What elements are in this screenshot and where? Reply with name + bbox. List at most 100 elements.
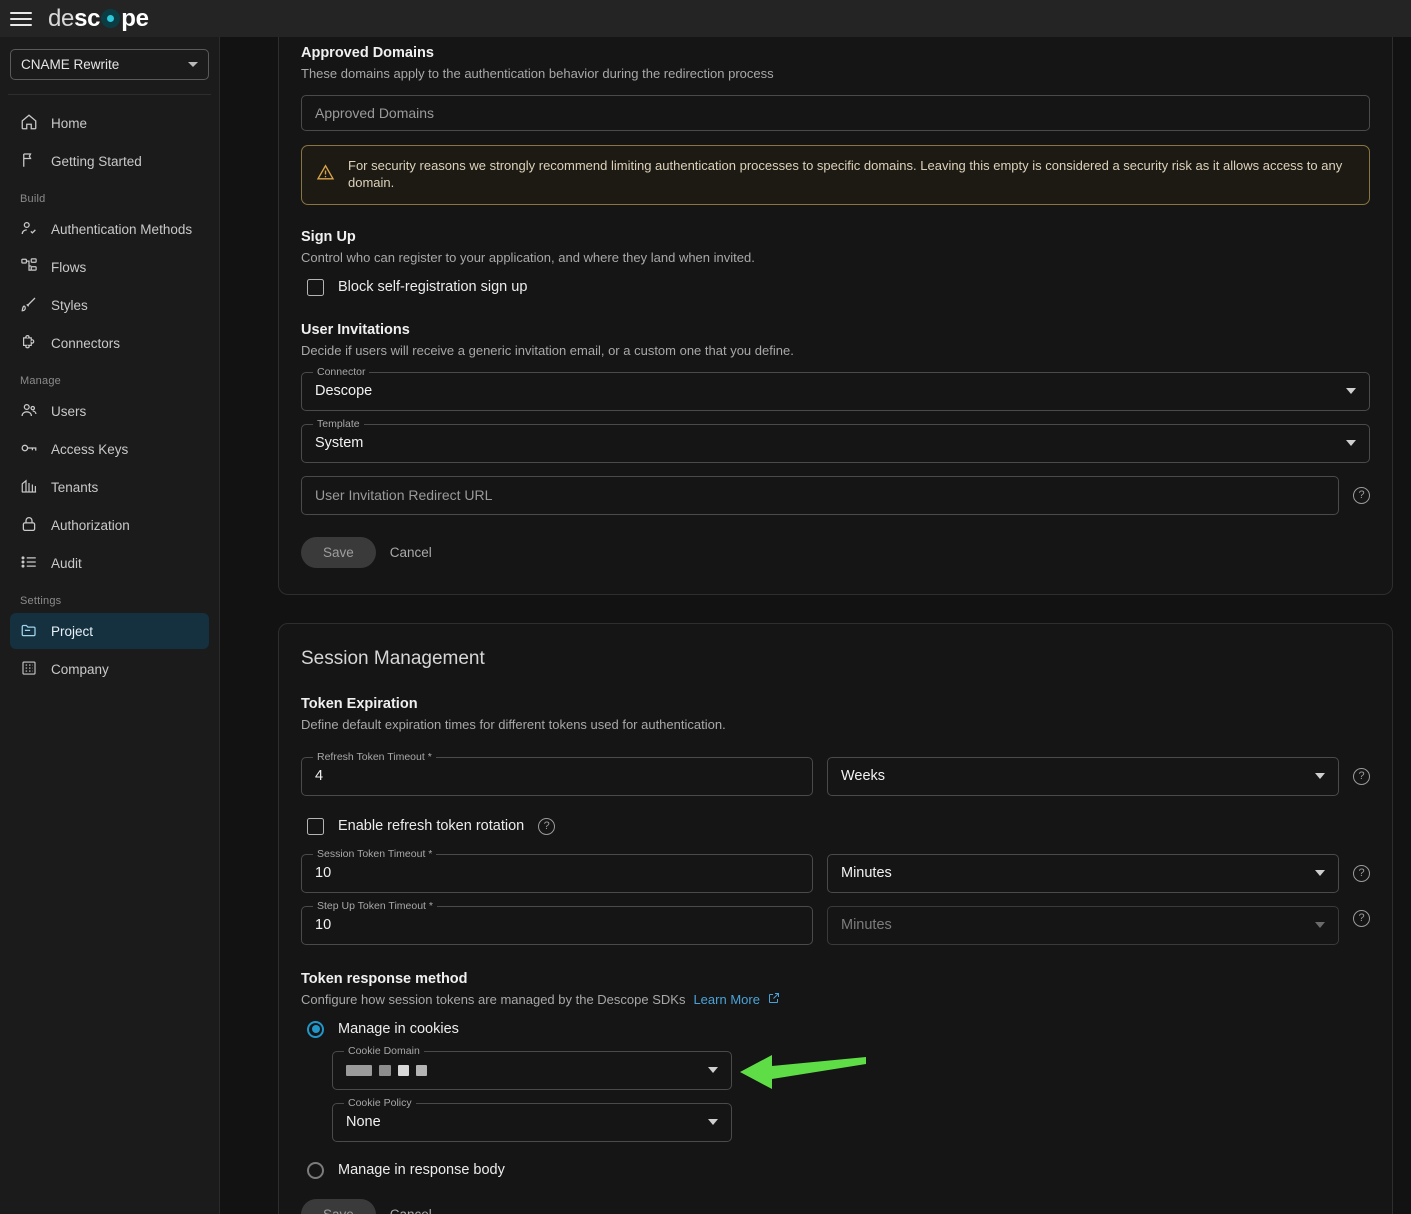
block-self-registration-row[interactable]: Block self-registration sign up xyxy=(307,278,1370,296)
chevron-down-icon xyxy=(1315,922,1325,929)
user-invitations-description: Decide if users will receive a generic i… xyxy=(301,342,794,358)
token-expiration-description: Define default expiration times for diff… xyxy=(301,716,726,732)
session-token-timeout-label: Session Token Timeout * xyxy=(313,847,437,860)
refresh-token-unit-value: Weeks xyxy=(841,768,886,785)
refresh-token-rotation-label: Enable refresh token rotation xyxy=(338,818,525,835)
sidebar-item-authorization[interactable]: Authorization xyxy=(10,507,209,543)
cookie-policy-dropdown[interactable]: Cookie Policy None xyxy=(332,1096,732,1142)
project-selector-value: CNAME Rewrite xyxy=(21,57,120,72)
connector-label: Connector xyxy=(313,365,370,378)
office-icon xyxy=(20,659,38,680)
chevron-down-icon xyxy=(1315,870,1325,877)
sidebar-item-label: Users xyxy=(51,403,87,419)
token-response-method-title: Token response method xyxy=(301,970,468,987)
sidebar-item-flows[interactable]: Flows xyxy=(10,249,209,285)
refresh-token-timeout-input[interactable]: Refresh Token Timeout * 4 xyxy=(301,750,813,796)
sidebar-item-project[interactable]: Project xyxy=(10,613,209,649)
sidebar-item-users[interactable]: Users xyxy=(10,393,209,429)
descope-logo: de sc pe xyxy=(48,4,149,32)
main-content: Approved Domains These domains apply to … xyxy=(220,37,1411,1214)
refresh-token-timeout-value: 4 xyxy=(315,768,324,785)
manage-in-cookies-radio[interactable] xyxy=(307,1020,324,1038)
sign-up-description: Control who can register to your applica… xyxy=(301,249,755,265)
cookie-policy-value: None xyxy=(346,1114,381,1131)
sidebar-item-company[interactable]: Company xyxy=(10,651,209,687)
cookie-domain-redacted-value xyxy=(346,1064,427,1076)
learn-more-link[interactable]: Learn More xyxy=(693,992,759,1007)
manage-in-response-body-option[interactable]: Manage in response body xyxy=(307,1161,1370,1179)
sidebar-item-access-keys[interactable]: Access Keys xyxy=(10,431,209,467)
help-icon[interactable]: ? xyxy=(1353,767,1370,785)
manage-in-cookies-label: Manage in cookies xyxy=(338,1021,459,1038)
step-up-token-timeout-input[interactable]: Step Up Token Timeout * 10 xyxy=(301,899,813,945)
approved-domains-placeholder: Approved Domains xyxy=(315,105,435,121)
user-invitation-redirect-url-input[interactable]: User Invitation Redirect URL xyxy=(301,475,1339,515)
help-icon[interactable]: ? xyxy=(1353,910,1370,928)
cancel-button[interactable]: Cancel xyxy=(390,545,432,560)
step-up-token-timeout-value: 10 xyxy=(315,917,332,934)
refresh-token-unit-dropdown[interactable]: Weeks xyxy=(827,756,1339,796)
sidebar-item-label: Authorization xyxy=(51,517,130,533)
refresh-token-rotation-row[interactable]: Enable refresh token rotation ? xyxy=(307,817,1370,835)
approved-domains-title: Approved Domains xyxy=(301,45,434,61)
app-header: de sc pe xyxy=(0,0,1411,37)
save-button[interactable]: Save xyxy=(301,536,376,568)
cookie-policy-label: Cookie Policy xyxy=(344,1096,416,1109)
help-icon[interactable]: ? xyxy=(1353,486,1370,504)
sidebar-item-connectors[interactable]: Connectors xyxy=(10,325,209,361)
cookie-domain-dropdown[interactable]: Cookie Domain xyxy=(332,1044,732,1090)
user-invitations-title: User Invitations xyxy=(301,321,410,338)
sidebar-item-getting-started[interactable]: Getting Started xyxy=(10,143,209,179)
sidebar-item-label: Home xyxy=(51,115,88,131)
key-icon xyxy=(20,439,38,460)
step-up-token-timeout-label: Step Up Token Timeout * xyxy=(313,899,437,912)
block-self-registration-checkbox[interactable] xyxy=(307,278,324,296)
approved-domains-input[interactable]: Approved Domains xyxy=(301,95,1370,131)
session-token-unit-dropdown[interactable]: Minutes xyxy=(827,853,1339,893)
session-token-timeout-input[interactable]: Session Token Timeout * 10 xyxy=(301,847,813,893)
connector-dropdown[interactable]: Connector Descope xyxy=(301,365,1370,411)
help-icon[interactable]: ? xyxy=(1353,864,1370,882)
security-warning-text: For security reasons we strongly recomme… xyxy=(348,158,1343,190)
sidebar-section-manage: Manage xyxy=(20,375,61,387)
external-link-icon[interactable] xyxy=(768,992,780,1007)
hamburger-icon[interactable] xyxy=(10,10,32,28)
sidebar-item-home[interactable]: Home xyxy=(10,105,209,141)
chevron-down-icon xyxy=(1315,773,1325,780)
user-invitation-redirect-url-placeholder: User Invitation Redirect URL xyxy=(315,487,493,504)
manage-in-response-body-label: Manage in response body xyxy=(338,1162,505,1179)
logo-text-bold-2: pe xyxy=(121,4,149,32)
flag-icon xyxy=(20,151,38,172)
sidebar-item-label: Getting Started xyxy=(51,153,142,169)
sidebar-section-build: Build xyxy=(20,193,46,205)
chevron-down-icon xyxy=(708,1067,718,1074)
sidebar-item-label: Connectors xyxy=(51,335,121,351)
template-dropdown[interactable]: Template System xyxy=(301,417,1370,463)
brush-icon xyxy=(20,295,38,316)
chevron-down-icon xyxy=(188,62,198,67)
sidebar: CNAME Rewrite Home Getting Started Build… xyxy=(0,37,220,1214)
save-button[interactable]: Save xyxy=(301,1198,376,1214)
refresh-token-timeout-label: Refresh Token Timeout * xyxy=(313,750,436,763)
user-check-icon xyxy=(20,219,38,240)
help-icon[interactable]: ? xyxy=(538,817,556,835)
sidebar-divider xyxy=(8,94,211,95)
project-selector[interactable]: CNAME Rewrite xyxy=(10,49,209,80)
sidebar-item-label: Audit xyxy=(51,555,82,571)
sidebar-item-label: Styles xyxy=(51,297,88,313)
cookie-domain-label: Cookie Domain xyxy=(344,1044,424,1057)
token-expiration-title: Token Expiration xyxy=(301,695,418,712)
template-value: System xyxy=(315,435,364,452)
sidebar-item-authentication-methods[interactable]: Authentication Methods xyxy=(10,211,209,247)
sidebar-item-audit[interactable]: Audit xyxy=(10,545,209,581)
cancel-button[interactable]: Cancel xyxy=(390,1207,432,1214)
manage-in-cookies-option[interactable]: Manage in cookies xyxy=(307,1020,1370,1038)
session-management-title: Session Management xyxy=(301,647,485,669)
sidebar-item-styles[interactable]: Styles xyxy=(10,287,209,323)
sidebar-item-tenants[interactable]: Tenants xyxy=(10,469,209,505)
home-icon xyxy=(20,113,38,134)
token-response-method-description: Configure how session tokens are managed… xyxy=(301,991,686,1007)
refresh-token-rotation-checkbox[interactable] xyxy=(307,817,324,835)
sign-up-title: Sign Up xyxy=(301,228,356,245)
manage-in-response-body-radio[interactable] xyxy=(307,1161,324,1179)
